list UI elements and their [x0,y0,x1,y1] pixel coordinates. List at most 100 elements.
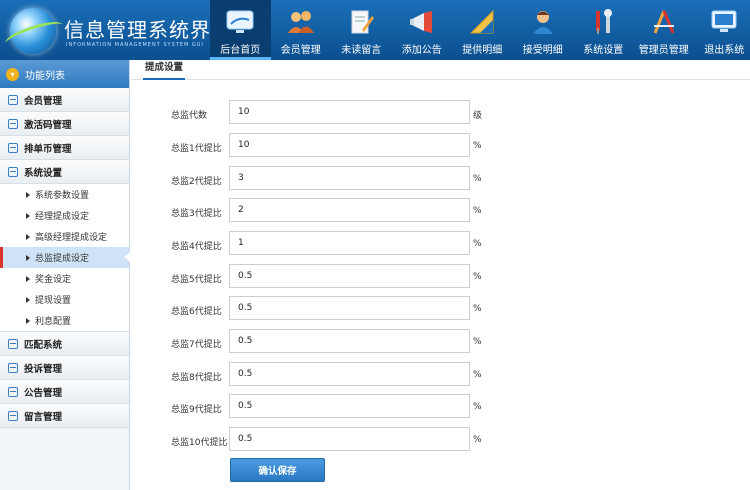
nav-label: 管理员管理 [638,45,689,56]
nav-label: 退出系统 [704,45,745,56]
field-label: 总监9代提比 [171,405,222,415]
top-nav: 后台首页 会员管理 未读留言 添加公告 提供明细 接受明细 系统设置 管理员管理… [210,0,750,60]
sidebar-section-queue-coins[interactable]: 排单币管理 [0,136,129,160]
sidebar-section-label: 留言管理 [24,411,63,423]
field-unit: % [473,174,482,184]
list-icon [8,166,18,177]
sidebar-section-activation-codes[interactable]: 激活码管理 [0,112,129,136]
level-6-ratio-input[interactable] [229,296,470,320]
nav-item-receive-details[interactable]: 接受明细 [513,0,574,60]
caret-right-icon [26,317,30,324]
sidebar-item-system-params[interactable]: 系统参数设置 [0,184,129,205]
chevron-down-icon: ▾ [6,67,19,81]
director-levels-input[interactable] [229,100,470,124]
app-title: 信息管理系统界面 [64,18,232,42]
field-unit: % [473,370,482,380]
sidebar-section-matching[interactable]: 匹配系统 [0,332,129,356]
sidebar-submenu: 系统参数设置 经理提成设定 高级经理提成设定 总监提成设定 奖金设定 提现设置 … [0,184,130,332]
level-2-ratio-input[interactable] [229,166,470,190]
sidebar-section-announcements[interactable]: 公告管理 [0,380,129,404]
sidebar-section-system-settings[interactable]: 系统设置 [0,160,129,184]
save-button[interactable]: 确认保存 [230,458,325,482]
form-row: 总监4代提比 % [131,231,691,259]
nav-item-provide-details[interactable]: 提供明细 [452,0,513,60]
form-row: 总监1代提比 % [131,133,691,161]
field-unit: % [473,206,482,216]
level-9-ratio-input[interactable] [229,394,470,418]
monitor-exit-icon [711,10,737,32]
nav-item-unread-messages[interactable]: 未读留言 [331,0,392,60]
field-unit: 级 [473,111,483,121]
sidebar-item-manager-commission[interactable]: 经理提成设定 [0,205,129,226]
caret-right-icon [26,254,30,261]
list-icon [8,362,18,373]
form-row: 总监9代提比 % [131,394,691,422]
nav-label: 添加公告 [401,45,442,56]
tab-bar: 提成设置 [131,60,750,80]
home-monitor-icon [226,10,254,33]
sidebar-item-bonus-settings[interactable]: 奖金设定 [0,268,129,289]
nav-label: 系统设置 [583,45,624,56]
list-icon [8,118,18,129]
nav-item-add-announcement[interactable]: 添加公告 [392,0,453,60]
list-icon [8,338,18,349]
main-content: 提成设置 总监代数 级 总监1代提比 % 总监2代提比 % 总监3代提比 % 总… [131,60,750,490]
sidebar-section-label: 系统设置 [24,167,63,179]
top-header: 信息管理系统界面 INFORMATION MANAGEMENT SYSTEM G… [0,0,750,60]
ruler-triangle-icon [470,9,494,34]
level-8-ratio-input[interactable] [229,362,470,386]
form-row: 总监7代提比 % [131,329,691,357]
sidebar: ▾ 功能列表 会员管理 激活码管理 排单币管理 系统设置 系统参数设置 经理提成… [0,60,130,490]
sidebar-item-label: 利息配置 [35,317,72,327]
nav-item-logout[interactable]: 退出系统 [694,0,750,60]
sidebar-item-label: 提现设置 [35,296,72,306]
nav-item-home[interactable]: 后台首页 [210,0,271,60]
tools-icon [596,9,613,34]
level-5-ratio-input[interactable] [229,264,470,288]
app-subtitle: INFORMATION MANAGEMENT SYSTEM GUI [66,42,204,48]
tab-commission-settings[interactable]: 提成设置 [143,60,186,80]
sidebar-item-label: 经理提成设定 [35,212,90,222]
level-3-ratio-input[interactable] [229,198,470,222]
field-label: 总监10代提比 [171,438,228,448]
field-unit: % [473,337,482,347]
sidebar-item-label: 总监提成设定 [35,254,90,264]
sidebar-item-withdrawal-settings[interactable]: 提现设置 [0,289,129,310]
field-unit: % [473,141,482,151]
person-icon [532,11,553,34]
sidebar-section-members[interactable]: 会员管理 [0,88,129,112]
sidebar-section-messages[interactable]: 留言管理 [0,404,129,428]
sidebar-item-director-commission[interactable]: 总监提成设定 [0,247,130,268]
level-7-ratio-input[interactable] [229,329,470,353]
form-row: 总监10代提比 % [131,427,691,455]
field-label: 总监8代提比 [171,373,222,383]
nav-label: 会员管理 [280,45,321,56]
sidebar-section-label: 排单币管理 [24,143,72,155]
form-row: 总监2代提比 % [131,166,691,194]
sidebar-section-label: 公告管理 [24,387,63,399]
app-logo: 信息管理系统界面 INFORMATION MANAGEMENT SYSTEM G… [2,4,231,56]
sidebar-section-complaints[interactable]: 投诉管理 [0,356,129,380]
sidebar-item-label: 高级经理提成设定 [35,233,108,243]
caret-right-icon [26,191,30,198]
form-row: 总监5代提比 % [131,264,691,292]
level-10-ratio-input[interactable] [229,427,470,451]
level-4-ratio-input[interactable] [229,231,470,255]
field-unit: % [473,435,482,445]
nav-label: 未读留言 [341,45,382,56]
field-label: 总监4代提比 [171,242,222,252]
nav-item-admin-management[interactable]: 管理员管理 [634,0,695,60]
sidebar-item-interest-config[interactable]: 利息配置 [0,310,129,331]
nav-item-system-settings[interactable]: 系统设置 [573,0,634,60]
sidebar-item-senior-manager-commission[interactable]: 高级经理提成设定 [0,226,129,247]
sidebar-section-label: 会员管理 [24,95,63,107]
field-unit: % [473,402,482,412]
level-1-ratio-input[interactable] [229,133,470,157]
list-icon [8,142,18,153]
sidebar-header-label: 功能列表 [25,70,65,82]
edit-document-icon [351,10,375,34]
sidebar-header: ▾ 功能列表 [0,60,129,88]
field-label: 总监2代提比 [171,177,222,187]
sidebar-item-label: 奖金设定 [35,275,72,285]
nav-item-members[interactable]: 会员管理 [271,0,332,60]
